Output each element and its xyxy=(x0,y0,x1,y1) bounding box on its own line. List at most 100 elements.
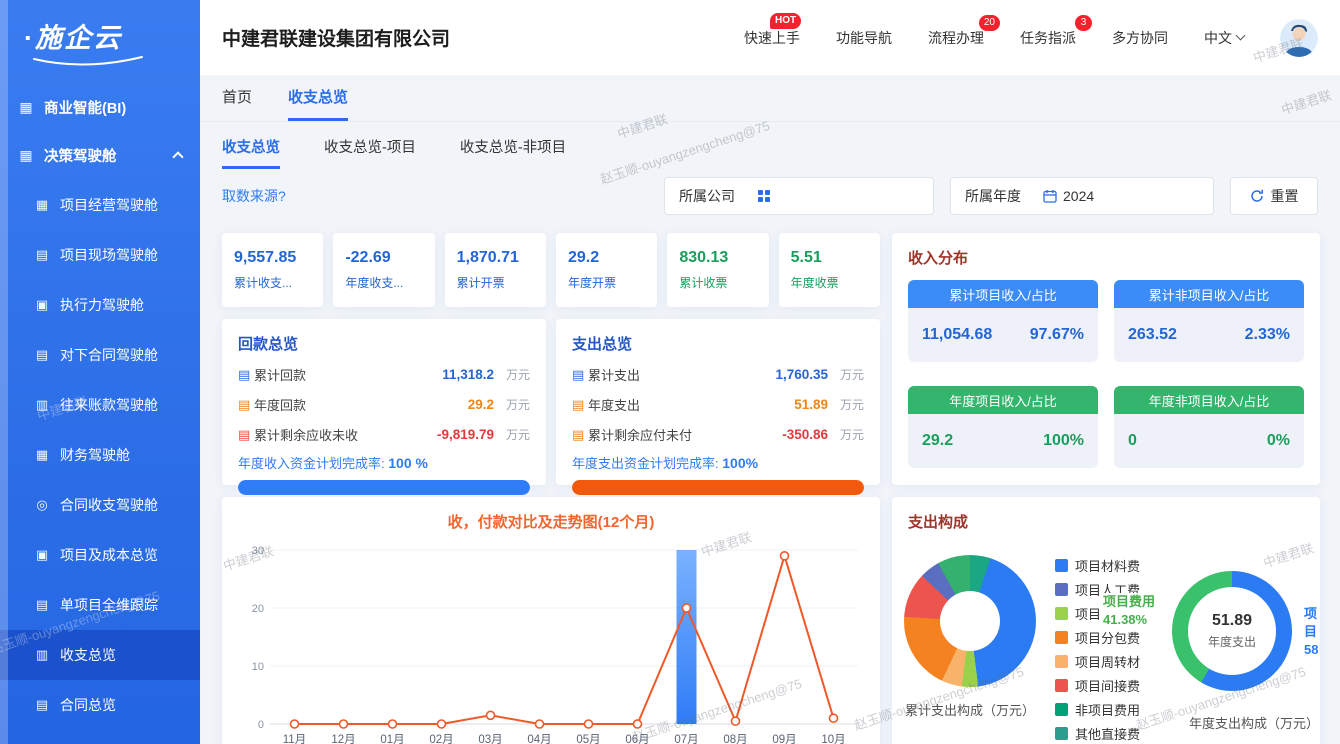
callout-text: 58 xyxy=(1304,641,1320,659)
row-unit: 万元 xyxy=(494,426,530,443)
row-value: 51.89 xyxy=(794,397,828,412)
svg-text:30: 30 xyxy=(252,545,264,557)
ledger-icon: ▥ xyxy=(34,397,50,413)
nav-task-assign[interactable]: 3任务指派 xyxy=(1020,28,1076,48)
callout-text: 41.38% xyxy=(1103,611,1155,629)
subtab-project[interactable]: 收支总览-项目 xyxy=(324,124,416,169)
income-pct: 0% xyxy=(1267,432,1290,450)
company-select[interactable]: 所属公司 xyxy=(664,177,934,215)
nav-collaboration[interactable]: 多方协同 xyxy=(1112,28,1168,48)
rate-label: 年度收入资金计划完成率: xyxy=(238,456,385,471)
stat-label: 累计收支... xyxy=(234,274,292,291)
avatar-image xyxy=(1280,19,1318,57)
legend-item[interactable]: 项目周转材 xyxy=(1055,649,1140,673)
right-column: 收入分布 累计项目收入/占比11,054.6897.67% 累计非项目收入/占比… xyxy=(892,233,1320,744)
sidebar-item-label: 收支总览 xyxy=(60,645,116,665)
collection-summary-panel: 回款总览 ▤累计回款11,318.2万元 ▤年度回款29.2万元 ▤累计剩余应收… xyxy=(222,319,546,485)
row-label: 累计回款 xyxy=(254,365,306,384)
nav-function-guide[interactable]: 功能导航 xyxy=(836,28,892,48)
document-icon: ▤ xyxy=(34,247,50,263)
callout-text: 项目费用 xyxy=(1103,593,1155,611)
cumulative-expense-donut-chart[interactable] xyxy=(904,555,1036,687)
sidebar-item-label: 对下合同驾驶舱 xyxy=(60,345,158,365)
document-icon: ▤ xyxy=(572,397,588,413)
svg-text:01月: 01月 xyxy=(380,734,404,744)
sidebar-item-income-expense[interactable]: ▥收支总览 xyxy=(0,630,200,680)
income-box-header: 年度非项目收入/占比 xyxy=(1114,386,1304,414)
data-source-link[interactable]: 取数来源? xyxy=(222,186,286,206)
legend-item[interactable]: 项目材料费 xyxy=(1055,553,1140,577)
row-value: -9,819.79 xyxy=(437,427,494,442)
svg-text:09月: 09月 xyxy=(772,734,796,744)
completion-rate: 年度收入资金计划完成率: 100 % xyxy=(238,453,530,472)
legend-swatch xyxy=(1055,631,1068,644)
svg-text:03月: 03月 xyxy=(478,734,502,744)
stat-card-cumulative-invoiced[interactable]: 1,870.71累计开票 xyxy=(445,233,546,307)
app-logo: ·施企云 xyxy=(0,0,200,84)
sidebar-item-project-cost[interactable]: ▣项目及成本总览 xyxy=(0,530,200,580)
rate-label: 年度支出资金计划完成率: xyxy=(572,456,719,471)
sub-tab-bar: 收支总览 收支总览-项目 收支总览-非项目 xyxy=(200,122,1340,171)
sidebar-group-cockpit[interactable]: ▦ 决策驾驶舱 xyxy=(0,130,200,180)
svg-text:20: 20 xyxy=(252,603,264,615)
stat-card-annual-balance[interactable]: -22.69 年度收支... xyxy=(333,233,434,307)
legend-item[interactable]: 非项目费用 xyxy=(1055,697,1140,721)
stat-value: -22.69 xyxy=(345,249,390,267)
sidebar-item-bi[interactable]: ▦ 商业智能(BI) xyxy=(0,84,200,130)
legend-swatch xyxy=(1055,727,1068,740)
income-box-cumulative-project[interactable]: 累计项目收入/占比11,054.6897.67% xyxy=(908,280,1098,362)
annual-expense-donut-chart[interactable]: 51.89 年度支出 xyxy=(1172,571,1292,691)
sidebar-item-project-operation[interactable]: ▦项目经营驾驶舱 xyxy=(0,180,200,230)
trend-chart[interactable]: 010203011月12月01月02月03月04月05月06月07月08月09月… xyxy=(236,538,866,744)
sidebar-item-accounts[interactable]: ▥往来账款驾驶舱 xyxy=(0,380,200,430)
stat-card-cumulative-received[interactable]: 830.13累计收票 xyxy=(667,233,768,307)
year-select[interactable]: 所属年度 2024 xyxy=(950,177,1214,215)
grid-icon: ▦ xyxy=(34,197,50,213)
stat-card-annual-received[interactable]: 5.51 年度收票 xyxy=(779,233,880,307)
sidebar: ·施企云 ▦ 商业智能(BI) ▦ 决策驾驶舱 ▦项目经营驾驶舱 ▤项目现场驾驶… xyxy=(0,0,200,744)
income-box-annual-nonproject[interactable]: 年度非项目收入/占比00% xyxy=(1114,386,1304,468)
stat-label: 年度收支... xyxy=(345,274,403,291)
legend-swatch xyxy=(1055,655,1068,668)
payment-progress-bar xyxy=(572,480,864,495)
income-box-header: 累计非项目收入/占比 xyxy=(1114,280,1304,308)
tab-home[interactable]: 首页 xyxy=(222,75,252,121)
income-boxes: 累计项目收入/占比11,054.6897.67% 累计非项目收入/占比 263.5… xyxy=(908,280,1304,468)
grid-icon: ▦ xyxy=(18,99,34,116)
subtab-overview[interactable]: 收支总览 xyxy=(222,124,280,169)
summary-row: ▤累计剩余应付未付-350.86万元 xyxy=(572,425,864,444)
nav-process-handling[interactable]: 20流程办理 xyxy=(928,28,984,48)
sidebar-item-subcontract[interactable]: ▤对下合同驾驶舱 xyxy=(0,330,200,380)
stat-card-annual-invoiced[interactable]: 29.2年度开票 xyxy=(556,233,657,307)
stat-cards: 9,557.85累计收支... -22.69 年度收支... 1,870.71累计… xyxy=(222,233,880,307)
sidebar-item-contract-io[interactable]: ◎合同收支驾驶舱 xyxy=(0,480,200,530)
nav-quick-start[interactable]: HOT快速上手 xyxy=(744,28,800,48)
sidebar-item-contract-overview[interactable]: ▤合同总览 xyxy=(0,680,200,730)
donut-caption-annual: 年度支出构成（万元） xyxy=(1184,713,1320,732)
income-box-annual-project[interactable]: 年度项目收入/占比29.2100% xyxy=(908,386,1098,468)
legend-swatch xyxy=(1055,679,1068,692)
income-value: 263.52 xyxy=(1128,326,1177,344)
legend-item[interactable]: 其他直接费 xyxy=(1055,721,1140,744)
stat-card-cumulative-balance[interactable]: 9,557.85累计收支... xyxy=(222,233,323,307)
user-avatar[interactable] xyxy=(1280,19,1318,57)
sidebar-item-finance[interactable]: ▦财务驾驶舱 xyxy=(0,430,200,480)
sidebar-item-execution[interactable]: ▣执行力驾驶舱 xyxy=(0,280,200,330)
sidebar-item-single-project[interactable]: ▤单项目全维跟踪 xyxy=(0,580,200,630)
stat-value: 5.51 xyxy=(791,249,822,267)
income-box-cumulative-nonproject[interactable]: 累计非项目收入/占比263.522.33% xyxy=(1114,280,1304,362)
tab-income-expense[interactable]: 收支总览 xyxy=(288,75,348,121)
legend-item[interactable]: 项目间接费 xyxy=(1055,673,1140,697)
nav-language-select[interactable]: 中文 xyxy=(1204,28,1244,48)
reset-button[interactable]: 重置 xyxy=(1230,177,1318,215)
income-distribution-card: 收入分布 累计项目收入/占比11,054.6897.67% 累计非项目收入/占比… xyxy=(892,233,1320,485)
subtab-non-project[interactable]: 收支总览-非项目 xyxy=(460,124,566,169)
sidebar-item-project-site[interactable]: ▤项目现场驾驶舱 xyxy=(0,230,200,280)
collection-progress-bar xyxy=(238,480,530,495)
stat-label: 年度收票 xyxy=(791,274,839,291)
count-badge: 20 xyxy=(979,15,1000,31)
stat-value: 830.13 xyxy=(679,249,728,267)
document-icon: ▤ xyxy=(238,397,254,413)
legend-swatch xyxy=(1055,607,1068,620)
summary-row: ▤累计支出1,760.35万元 xyxy=(572,365,864,384)
